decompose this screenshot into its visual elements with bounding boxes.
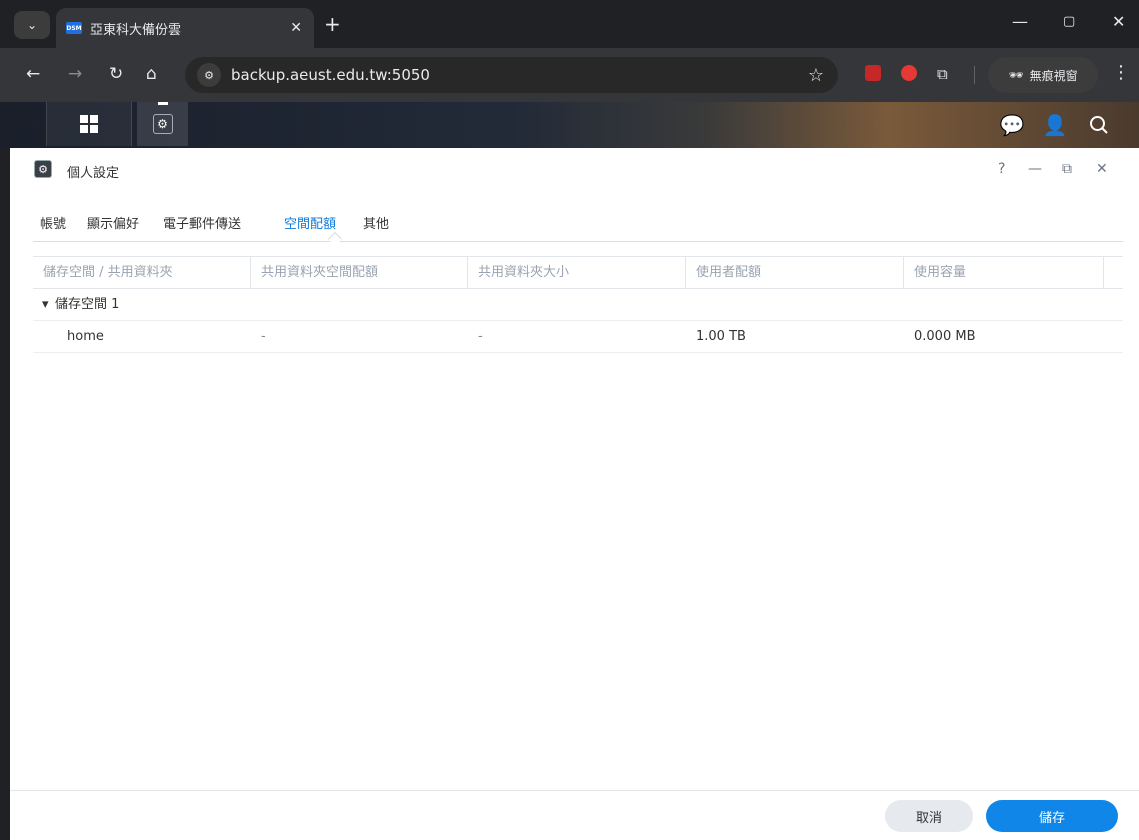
window-close-icon[interactable]: ✕ [1096, 161, 1108, 177]
browser-tab-strip: ⌄ DSM 亞東科大備份雲 ✕ + — ▢ ✕ [0, 0, 1139, 48]
cancel-button[interactable]: 取消 [885, 800, 973, 832]
cell-user-quota[interactable]: 1.00 TB [696, 321, 746, 353]
toolbar-divider [974, 66, 975, 84]
taskbar-personal-settings-button[interactable]: ⚙ [137, 102, 188, 146]
extensions-puzzle-icon[interactable]: ⧉ [937, 62, 948, 86]
browser-toolbar: ← → ↻ ⌂ ⚙ backup.aeust.edu.tw:5050 ☆ ⧉ 🕶… [0, 48, 1139, 102]
column-header[interactable]: 共用資料夾大小 [468, 257, 686, 288]
personal-settings-window: ⚙ 個人設定 ? — ⧉ ✕ 帳號 顯示偏好 電子郵件傳送 空間配額 其他 儲存… [10, 148, 1139, 840]
tab-title: 亞東科大備份雲 [90, 22, 182, 38]
window-header: ⚙ 個人設定 ? — ⧉ ✕ [10, 148, 1139, 192]
tab-search-chevron-icon[interactable]: ⌄ [14, 11, 50, 39]
user-icon[interactable]: 👤 [1035, 102, 1075, 148]
back-icon[interactable]: ← [26, 62, 40, 86]
settings-app-icon: ⚙ [34, 160, 52, 178]
table-row[interactable]: home - - 1.00 TB 0.000 MB [33, 321, 1123, 353]
url-text: backup.aeust.edu.tw:5050 [231, 66, 430, 84]
group-expand-icon[interactable]: ▾ [42, 289, 49, 321]
home-icon[interactable]: ⌂ [146, 62, 157, 86]
window-footer: 取消 儲存 [10, 790, 1139, 840]
tab-account[interactable]: 帳號 [40, 213, 66, 232]
forward-icon[interactable]: → [68, 62, 82, 86]
reload-icon[interactable]: ↻ [109, 62, 123, 86]
main-menu-icon [80, 115, 98, 133]
quota-grid: 儲存空間 / 共用資料夾 共用資料夾空間配額 共用資料夾大小 使用者配額 使用容… [33, 256, 1123, 353]
address-bar[interactable]: ⚙ backup.aeust.edu.tw:5050 ☆ [185, 57, 838, 93]
main-menu-button[interactable] [46, 102, 132, 146]
help-icon[interactable]: ? [998, 161, 1005, 177]
save-button[interactable]: 儲存 [986, 800, 1118, 832]
settings-gear-icon: ⚙ [152, 114, 173, 134]
column-header[interactable]: 使用者配額 [686, 257, 904, 288]
group-row[interactable]: ▾ 儲存空間 1 [33, 289, 1123, 321]
cell-name: home [67, 329, 104, 344]
incognito-button[interactable]: 🕶 無痕視窗 [988, 57, 1098, 93]
dsm-taskbar: ⚙ 💬 👤 [0, 102, 1139, 148]
bookmark-star-icon[interactable]: ☆ [808, 65, 824, 86]
cell-shared-quota: - [261, 329, 266, 344]
browser-menu-icon[interactable]: ⋮ [1112, 62, 1130, 83]
incognito-icon: 🕶 [1008, 68, 1024, 82]
tab-others[interactable]: 其他 [363, 213, 389, 232]
active-indicator [158, 102, 168, 105]
notifications-chat-icon[interactable]: 💬 [992, 102, 1032, 148]
window-restore-icon[interactable]: ⧉ [1062, 161, 1072, 177]
column-header[interactable]: 儲存空間 / 共用資料夾 [33, 257, 251, 288]
tab-email-delivery[interactable]: 電子郵件傳送 [163, 213, 241, 232]
column-header[interactable]: 共用資料夾空間配額 [251, 257, 468, 288]
cell-shared-size: - [478, 329, 483, 344]
tab-quota[interactable]: 空間配額 [284, 213, 336, 232]
maximize-icon[interactable]: ▢ [1063, 14, 1075, 29]
close-window-icon[interactable]: ✕ [1112, 12, 1125, 31]
tab-display-preferences[interactable]: 顯示偏好 [87, 213, 139, 232]
settings-tabs: 帳號 顯示偏好 電子郵件傳送 空間配額 其他 [33, 202, 1123, 247]
active-tab-caret [327, 231, 343, 247]
window-minimize-icon[interactable]: — [1028, 161, 1042, 177]
extension-icon[interactable] [865, 65, 881, 81]
window-title: 個人設定 [67, 166, 120, 181]
site-info-icon[interactable]: ⚙ [197, 63, 221, 87]
group-label: 儲存空間 1 [55, 297, 120, 312]
column-header[interactable]: 使用容量 [904, 257, 1104, 288]
minimize-icon[interactable]: — [1012, 12, 1028, 31]
browser-tab[interactable]: DSM 亞東科大備份雲 ✕ [56, 8, 314, 48]
dsm-favicon-icon: DSM [66, 22, 82, 34]
grid-header: 儲存空間 / 共用資料夾 共用資料夾空間配額 共用資料夾大小 使用者配額 使用容… [33, 256, 1123, 289]
extension-icon[interactable] [901, 65, 917, 81]
tab-close-icon[interactable]: ✕ [290, 20, 302, 36]
new-tab-button[interactable]: + [324, 12, 341, 36]
incognito-label: 無痕視窗 [1029, 68, 1078, 83]
search-icon[interactable] [1079, 102, 1119, 148]
cell-used: 0.000 MB [914, 329, 976, 344]
